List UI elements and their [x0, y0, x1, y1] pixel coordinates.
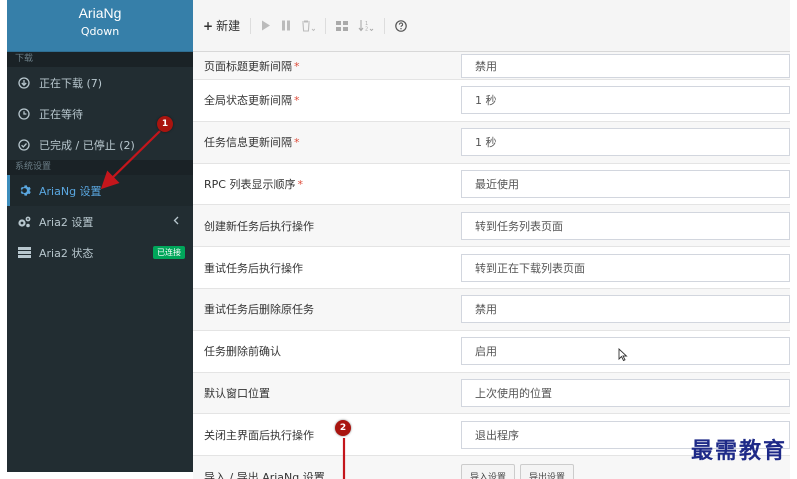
setting-select[interactable]: 上次使用的位置 [461, 378, 790, 407]
start-button[interactable] [261, 15, 271, 37]
setting-row: 任务信息更新间隔 * 1 秒 [193, 121, 790, 164]
new-task-button[interactable]: + 新建 [203, 15, 240, 37]
setting-row: 创建新任务后执行操作 转到任务列表页面 [193, 205, 790, 248]
server-icon [17, 246, 31, 260]
mouse-cursor-icon [618, 347, 628, 365]
setting-row: 默认窗口位置 上次使用的位置 [193, 372, 790, 415]
download-circle-icon [17, 76, 31, 90]
sort-icon: 12 [358, 20, 374, 33]
sidebar-item-ariang-settings[interactable]: AriaNg 设置 [7, 175, 193, 206]
svg-text:2: 2 [365, 27, 368, 33]
setting-row: 页面标题更新间隔 * 禁用 [193, 52, 790, 80]
clock-icon [17, 107, 31, 121]
sidebar-item-label: 正在下载 (7) [39, 76, 103, 90]
grid-icon [336, 20, 349, 31]
setting-select[interactable]: 1 秒 [461, 86, 790, 115]
toolbar-divider [325, 17, 327, 34]
setting-label: 重试任务后删除原任务 [204, 303, 314, 317]
question-circle-icon [395, 19, 407, 32]
sidebar-item-label: AriaNg 设置 [39, 184, 102, 198]
setting-label: 关闭主界面后执行操作 [204, 428, 314, 442]
sidebar: AriaNg Qdown 下载 正在下载 (7) 正在等待 已完成 / 已停止 … [7, 0, 193, 472]
sidebar-item-label: Aria2 状态 [39, 246, 94, 260]
step-marker-1: 1 [157, 116, 173, 132]
pause-button[interactable] [281, 15, 291, 37]
rpc-name[interactable]: Qdown [7, 21, 193, 38]
export-settings-button[interactable]: 导出设置 [520, 464, 575, 479]
sidebar-item-aria2-status[interactable]: Aria2 状态 已连接 [7, 237, 193, 268]
sidebar-item-label: Aria2 设置 [39, 215, 94, 229]
setting-row: RPC 列表显示顺序 * 最近使用 [193, 163, 790, 206]
setting-label: 重试任务后执行操作 [204, 261, 303, 275]
section-header-download: 下载 [7, 52, 193, 67]
toolbar: + 新建 12 [193, 0, 790, 52]
sort-button[interactable]: 12 [358, 15, 374, 37]
help-button[interactable] [395, 15, 407, 37]
gears-icon [17, 215, 31, 229]
setting-select[interactable]: 转到正在下载列表页面 [461, 253, 790, 282]
sidebar-item-label: 已完成 / 已停止 (2) [39, 138, 135, 152]
sidebar-item-stopped[interactable]: 已完成 / 已停止 (2) [7, 129, 193, 160]
setting-row: 重试任务后执行操作 转到正在下载列表页面 [193, 247, 790, 289]
gear-icon [17, 184, 31, 198]
setting-label: 任务删除前确认 [204, 345, 281, 359]
setting-label: 全局状态更新间隔 * [204, 94, 300, 108]
trash-icon [302, 19, 316, 32]
setting-label: 创建新任务后执行操作 [204, 219, 314, 233]
setting-label: 页面标题更新间隔 * [204, 59, 300, 73]
plus-icon: + [203, 18, 214, 33]
connected-badge: 已连接 [153, 246, 185, 259]
setting-row: 任务删除前确认 启用 [193, 330, 790, 373]
app-title: AriaNg [78, 5, 122, 21]
step-marker-2: 2 [335, 420, 351, 436]
setting-label: 导入 / 导出 AriaNg 设置 [204, 470, 325, 479]
toolbar-divider [250, 17, 252, 34]
brand-header[interactable]: AriaNg Qdown [7, 0, 193, 52]
setting-label: RPC 列表显示顺序 * [204, 177, 303, 191]
import-export-group: 导入设置 导出设置 [461, 464, 575, 479]
chevron-left-icon[interactable] [173, 215, 179, 228]
pause-icon [282, 20, 291, 31]
check-circle-icon [17, 138, 31, 152]
sidebar-item-label: 正在等待 [39, 107, 83, 121]
setting-row: 全局状态更新间隔 * 1 秒 [193, 80, 790, 122]
watermark-logo: 最需教育 [690, 438, 787, 464]
setting-select[interactable]: 最近使用 [461, 169, 790, 198]
setting-label: 任务信息更新间隔 * [204, 136, 300, 150]
select-all-button[interactable] [336, 15, 349, 37]
setting-select[interactable]: 转到任务列表页面 [461, 211, 790, 240]
new-task-label: 新建 [216, 19, 241, 33]
sidebar-item-aria2-settings[interactable]: Aria2 设置 [7, 206, 193, 237]
import-settings-button[interactable]: 导入设置 [461, 464, 516, 479]
section-header-settings: 系统设置 [7, 160, 193, 175]
settings-panel: 页面标题更新间隔 * 禁用 全局状态更新间隔 * 1 秒 任务信息更新间隔 * 1 秒… [193, 52, 790, 479]
setting-label: 默认窗口位置 [204, 386, 270, 400]
setting-select[interactable]: 禁用 [461, 295, 790, 324]
setting-row: 重试任务后删除原任务 禁用 [193, 288, 790, 331]
setting-select[interactable]: 禁用 [461, 53, 790, 78]
sidebar-item-downloading[interactable]: 正在下载 (7) [7, 67, 193, 98]
setting-select[interactable]: 1 秒 [461, 128, 790, 157]
play-icon [262, 20, 271, 31]
toolbar-divider [384, 17, 386, 34]
delete-button[interactable] [301, 15, 316, 37]
